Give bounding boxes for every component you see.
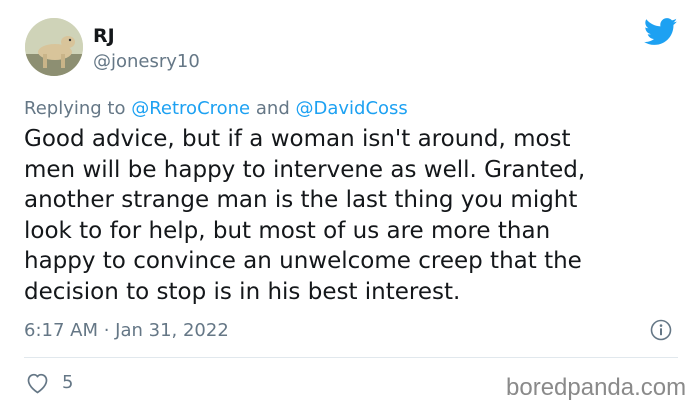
tweet-line: men will be happy to intervene as well. …	[24, 156, 586, 183]
replying-joiner: and	[255, 98, 290, 119]
avatar[interactable]	[25, 18, 83, 76]
twitter-bird-icon[interactable]	[643, 18, 678, 46]
watermark-text: boredpanda.com	[506, 374, 687, 401]
tweet-line: Good advice, but if a woman isn't around…	[24, 126, 571, 152]
reply-mention-1[interactable]: @RetroCrone	[131, 98, 250, 119]
replying-prefix: Replying to	[24, 98, 126, 119]
tweet-text: Good advice, but if a woman isn't around…	[24, 124, 684, 307]
info-icon[interactable]	[650, 319, 672, 341]
tweet-timestamp[interactable]: 6:17 AM · Jan 31, 2022	[24, 320, 229, 341]
divider	[24, 357, 678, 358]
heart-icon[interactable]	[25, 372, 50, 394]
author-handle[interactable]: @jonesry10	[93, 51, 200, 72]
tweet-line: decision to stop is in his best interest…	[24, 278, 461, 305]
tweet-line: look to for help, but most of us are mor…	[24, 217, 551, 244]
author-name[interactable]: RJ	[93, 25, 115, 47]
replying-to: Replying to @RetroCrone and @DavidCoss	[24, 98, 408, 119]
reply-mention-2[interactable]: @DavidCoss	[295, 98, 407, 119]
tweet-line: another strange man is the last thing yo…	[24, 187, 578, 213]
tweet-line: happy to convince an unwelcome creep tha…	[24, 248, 582, 274]
like-count: 5	[62, 372, 74, 393]
